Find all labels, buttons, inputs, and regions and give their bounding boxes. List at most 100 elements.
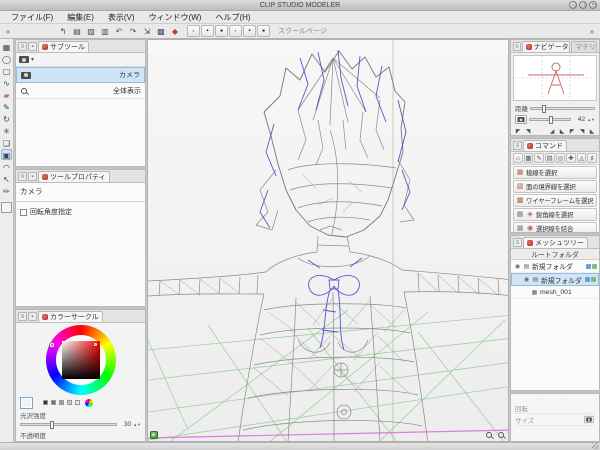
tree-node-mesh[interactable]: ▦ mesh_001 <box>511 286 599 299</box>
object-tool-icon[interactable]: ❑ <box>1 137 12 148</box>
tree-node-folder-selected[interactable]: ◉ ▤ 新規フォルダ <box>511 273 599 286</box>
panel-menu-icon[interactable]: ≡ <box>18 312 27 321</box>
distance-slider[interactable] <box>530 107 595 110</box>
panel-pin-icon[interactable]: ▪ <box>28 42 37 51</box>
chip-1[interactable] <box>43 400 48 405</box>
visibility-icon[interactable]: ◉ <box>514 263 521 270</box>
cam-preset-back-icon[interactable]: ◥ <box>524 128 532 135</box>
cam-preset-front-icon[interactable]: ◤ <box>514 128 522 135</box>
toolbar-scroll-left[interactable]: « <box>3 27 13 36</box>
settings-icon[interactable]: ♯ <box>587 153 597 163</box>
slider-handle[interactable] <box>549 116 553 124</box>
command-select-edges[interactable]: ▦ 稜線を選択 <box>513 166 597 179</box>
chip-5[interactable] <box>75 400 80 405</box>
chevron-down-icon[interactable]: ▾ <box>31 56 34 63</box>
selected-color-swatch[interactable] <box>20 397 33 409</box>
edit-icon[interactable]: ✎ <box>534 153 544 163</box>
flip-icon[interactable] <box>584 416 594 423</box>
orbit-tool-icon[interactable]: ◯ <box>1 53 12 64</box>
command-select-wireframe[interactable]: ▩ ワイヤーフレームを選択 <box>513 194 597 207</box>
select-tool-icon[interactable]: ↖ <box>1 173 12 184</box>
material-badge-icon[interactable] <box>586 264 591 269</box>
resize-grip[interactable] <box>592 443 599 449</box>
tab-navigator[interactable]: ナビゲーター <box>522 41 570 52</box>
checkbox[interactable] <box>20 209 27 216</box>
panel-menu-icon[interactable]: ≡ <box>18 42 27 51</box>
zoom-in-icon[interactable] <box>486 432 492 438</box>
maximize-button[interactable]: □ <box>579 1 587 9</box>
slider-handle[interactable] <box>50 421 54 429</box>
subtool-item-camera[interactable]: カメラ <box>16 67 145 83</box>
saturation-value-square[interactable] <box>62 341 100 379</box>
window-tool-icon[interactable]: ▦ <box>1 41 12 52</box>
layers-icon[interactable]: ▤ <box>545 153 555 163</box>
home-icon[interactable]: ⌂ <box>513 153 523 163</box>
tab-subtool[interactable]: サブツール <box>38 41 89 52</box>
cam-angle-3-icon[interactable]: ◤ <box>568 128 576 135</box>
chip-2[interactable] <box>51 400 56 405</box>
tab-tool-property[interactable]: ツールプロパティ <box>38 171 110 182</box>
tab-color-circle[interactable]: カラーサークル <box>38 311 103 322</box>
camera-tool-icon[interactable]: ▣ <box>1 149 12 160</box>
option-rotation-angle[interactable]: 回転角度指定 <box>16 204 145 220</box>
wireframe-badge-icon[interactable] <box>591 277 596 282</box>
camera-zoom-button[interactable] <box>515 115 527 124</box>
panel-pin-icon[interactable]: ▪ <box>28 312 37 321</box>
target-icon[interactable]: ◎ <box>556 153 566 163</box>
command-select-face-boundary[interactable]: ▧ 面の境界線を選択 <box>513 180 597 193</box>
gloss-slider[interactable] <box>20 423 117 426</box>
menu-view[interactable]: 表示(V) <box>101 12 142 23</box>
chip-3[interactable] <box>59 400 64 405</box>
cube-tool-icon[interactable]: ▢ <box>1 65 12 76</box>
zoom-slider[interactable] <box>529 118 571 121</box>
toolbar-scroll-right[interactable]: » <box>587 27 597 36</box>
save-icon[interactable]: ▥ <box>99 25 111 37</box>
root-folder-header[interactable]: ルートフォルダ <box>511 249 599 260</box>
menu-edit[interactable]: 編集(E) <box>60 12 101 23</box>
material-icon[interactable]: ▩ <box>155 25 167 37</box>
navigator-preview[interactable] <box>513 55 597 101</box>
menu-help[interactable]: ヘルプ(H) <box>208 12 257 23</box>
zoom-out-icon[interactable] <box>498 432 504 438</box>
cam-angle-2-icon[interactable]: ◣ <box>558 128 566 135</box>
undo-icon[interactable]: ↶ <box>113 25 125 37</box>
chip-4[interactable] <box>67 400 72 405</box>
eraser-tool-icon[interactable]: ▰ <box>1 89 12 100</box>
view-mode-2-icon[interactable]: ▪ <box>243 25 256 37</box>
command-select-sharp-edges[interactable]: ▦ ◈ 鋭角線を選択 <box>513 208 597 221</box>
redo-icon[interactable]: ↷ <box>127 25 139 37</box>
menu-file[interactable]: ファイル(F) <box>4 12 60 23</box>
open-file-icon[interactable]: ▨ <box>85 25 97 37</box>
close-button[interactable]: × <box>589 1 597 9</box>
sv-marker[interactable] <box>94 343 97 346</box>
rotate-row[interactable]: 回転 · · <box>515 402 595 414</box>
panel-menu-icon[interactable]: ≡ <box>513 238 522 247</box>
pencil-tool-icon[interactable]: ✏ <box>1 185 12 196</box>
new-file-icon[interactable]: ▤ <box>71 25 83 37</box>
rotate-tool-icon[interactable]: ↻ <box>1 113 12 124</box>
lasso-tool-icon[interactable]: ∿ <box>1 77 12 88</box>
panel-pin-icon[interactable]: ▪ <box>28 172 37 181</box>
slider-handle[interactable] <box>542 105 546 113</box>
view-size-3-icon[interactable]: ▪ <box>215 25 228 37</box>
delete-icon[interactable]: ◆ <box>169 25 181 37</box>
minimize-button[interactable]: − <box>569 1 577 9</box>
tab-mesh-tree[interactable]: メッシュツリー <box>523 237 588 248</box>
cam-angle-1-icon[interactable]: ◢ <box>548 128 556 135</box>
viewport-play-icon[interactable]: ▸ <box>150 431 158 439</box>
panel-menu-icon[interactable]: ≡ <box>18 172 27 181</box>
hue-wheel[interactable] <box>46 325 116 395</box>
current-color-swatch[interactable] <box>1 202 12 213</box>
cam-angle-5-icon[interactable]: ◣ <box>588 128 596 135</box>
mesh-icon[interactable]: ▦ <box>524 153 534 163</box>
loop-tool-icon[interactable]: ◠ <box>1 161 12 172</box>
view-size-2-icon[interactable]: ▪ <box>201 25 214 37</box>
back-icon[interactable]: ↰ <box>57 25 69 37</box>
menu-window[interactable]: ウィンドウ(W) <box>142 12 209 23</box>
panel-menu-icon[interactable]: ≡ <box>513 42 521 51</box>
view-mode-3-icon[interactable]: ▪ <box>257 25 270 37</box>
hue-marker[interactable] <box>50 343 54 347</box>
scale-icon[interactable]: ⇲ <box>141 25 153 37</box>
cam-angle-4-icon[interactable]: ◥ <box>578 128 586 135</box>
panel-menu-icon[interactable]: ≡ <box>513 141 522 150</box>
